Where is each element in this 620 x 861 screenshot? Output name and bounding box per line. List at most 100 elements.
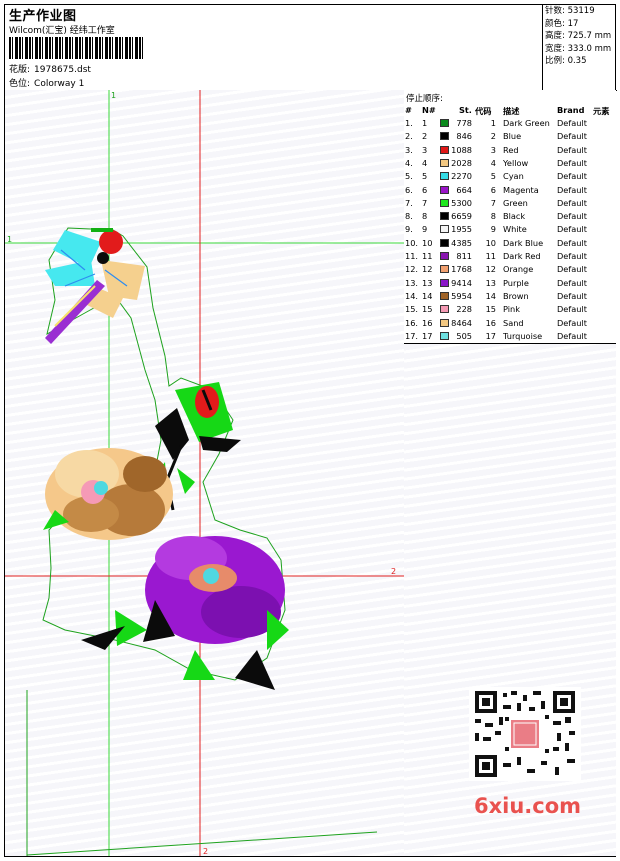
row-code: 6 bbox=[490, 184, 496, 195]
row-brand: Default bbox=[557, 237, 587, 248]
row-needle: 8 bbox=[422, 211, 428, 222]
row-code: 2 bbox=[490, 131, 496, 142]
row-needle: 12 bbox=[422, 264, 433, 275]
row-brand: Default bbox=[557, 157, 587, 168]
color-swatch bbox=[440, 158, 449, 167]
row-needle: 5 bbox=[422, 171, 428, 182]
table-row: 8. 8 6659 8 Black Default bbox=[404, 210, 616, 223]
site-logo: 6xiu.com bbox=[474, 794, 582, 818]
row-stitches: 846 bbox=[456, 131, 472, 142]
color-swatch bbox=[440, 252, 449, 260]
row-index: 5. bbox=[405, 171, 413, 182]
row-brand: Default bbox=[557, 197, 587, 208]
row-code: 14 bbox=[485, 290, 496, 301]
row-stitches: 811 bbox=[456, 251, 472, 261]
design-width: 宽度: 333.0 mm bbox=[545, 43, 612, 54]
row-index: 4. bbox=[405, 157, 413, 168]
barcode bbox=[9, 37, 145, 59]
row-stitches: 9414 bbox=[451, 277, 472, 288]
color-swatch bbox=[440, 278, 449, 287]
color-swatch bbox=[440, 132, 449, 141]
row-index: 1. bbox=[405, 118, 413, 128]
row-code: 11 bbox=[485, 251, 496, 261]
row-brand: Default bbox=[557, 290, 587, 301]
row-code: 1 bbox=[490, 118, 496, 128]
color-swatch bbox=[440, 225, 449, 234]
col-header-description: 描述 bbox=[503, 106, 520, 116]
row-brand: Default bbox=[557, 304, 587, 315]
row-brand: Default bbox=[557, 211, 587, 222]
row-brand: Default bbox=[557, 251, 587, 261]
row-stitches: 6659 bbox=[451, 211, 472, 222]
color-swatch bbox=[440, 119, 449, 127]
row-index: 15. bbox=[405, 304, 419, 315]
table-row: 10. 10 4385 10 Dark Blue Default bbox=[404, 237, 616, 250]
row-description: Purple bbox=[503, 277, 529, 288]
row-index: 10. bbox=[405, 237, 419, 248]
table-caption: 停止顺序: bbox=[406, 94, 443, 104]
row-needle: 13 bbox=[422, 277, 433, 288]
row-description: Black bbox=[503, 211, 526, 222]
row-needle: 11 bbox=[422, 251, 433, 261]
color-swatch bbox=[440, 291, 449, 300]
embroidery-preview: 1 1 2 2 bbox=[5, 90, 404, 856]
row-stitches: 5954 bbox=[451, 290, 472, 301]
row-code: 5 bbox=[490, 171, 496, 182]
row-code: 8 bbox=[490, 211, 496, 222]
row-code: 10 bbox=[485, 237, 496, 248]
color-swatch bbox=[440, 172, 449, 181]
row-description: Yellow bbox=[503, 157, 529, 168]
row-description: Blue bbox=[503, 131, 522, 142]
guide-v2-label: 2 bbox=[203, 847, 208, 856]
row-needle: 7 bbox=[422, 197, 428, 208]
design-value: 1978675.dst bbox=[34, 65, 91, 75]
color-swatch bbox=[440, 265, 449, 274]
row-description: Sand bbox=[503, 317, 524, 328]
design-canvas: 1 1 2 2 bbox=[5, 90, 405, 856]
sheet-title: 生产作业图 bbox=[9, 9, 77, 24]
col-header-element: 元素 bbox=[593, 106, 610, 116]
row-stitches: 2028 bbox=[451, 157, 472, 168]
row-needle: 2 bbox=[422, 131, 428, 142]
row-needle: 6 bbox=[422, 184, 428, 195]
row-code: 16 bbox=[485, 317, 496, 328]
table-row: 13. 13 9414 13 Purple Default bbox=[404, 277, 616, 290]
row-brand: Default bbox=[557, 144, 587, 155]
row-description: Cyan bbox=[503, 171, 524, 182]
row-brand: Default bbox=[557, 184, 587, 195]
row-code: 12 bbox=[485, 264, 496, 275]
row-description: Turquoise bbox=[503, 330, 543, 341]
table-header: # N# St. 代码 描述 Brand 元素 bbox=[404, 104, 616, 116]
row-description: Green bbox=[503, 197, 528, 208]
row-description: Orange bbox=[503, 264, 534, 275]
row-code: 13 bbox=[485, 277, 496, 288]
col-header-brand: Brand bbox=[557, 105, 585, 115]
design-height: 高度: 725.7 mm bbox=[545, 31, 612, 41]
qr-code bbox=[469, 687, 581, 781]
table-row: 9. 9 1955 9 White Default bbox=[404, 223, 616, 236]
color-swatch bbox=[440, 331, 449, 340]
table-row: 16. 16 8464 16 Sand Default bbox=[404, 317, 616, 330]
color-swatch bbox=[440, 305, 449, 314]
table-row: 15. 15 228 15 Pink Default bbox=[404, 303, 616, 316]
row-index: 11. bbox=[405, 251, 419, 261]
col-header-code: 代码 bbox=[475, 106, 492, 116]
thread-panel: 停止顺序: # N# St. 代码 描述 Brand 元素 1. 1 778 1 Dar… bbox=[404, 90, 616, 856]
row-stitches: 1088 bbox=[451, 144, 472, 155]
stitch-count: 针数: 53119 bbox=[545, 6, 595, 16]
row-index: 14. bbox=[405, 290, 419, 301]
row-stitches: 505 bbox=[456, 330, 472, 341]
header: 生产作业图 Wilcom(汇宝) 经纬工作室 花版: 1978675.dst 色位… bbox=[5, 5, 542, 91]
row-description: White bbox=[503, 224, 527, 235]
scale: 比例: 0.35 bbox=[545, 56, 587, 66]
colorway-value: Colorway 1 bbox=[34, 79, 85, 89]
table-row: 11. 11 811 11 Dark Red Default bbox=[404, 250, 616, 263]
table-row: 4. 4 2028 4 Yellow Default bbox=[404, 157, 616, 170]
row-code: 15 bbox=[485, 304, 496, 315]
row-code: 9 bbox=[490, 224, 496, 235]
colorway-label: 色位: bbox=[9, 79, 31, 89]
row-description: Pink bbox=[503, 304, 520, 315]
row-index: 7. bbox=[405, 197, 413, 208]
design-line: 花版: 1978675.dst bbox=[9, 62, 91, 75]
production-sheet: 生产作业图 Wilcom(汇宝) 经纬工作室 花版: 1978675.dst 色位… bbox=[4, 4, 617, 857]
